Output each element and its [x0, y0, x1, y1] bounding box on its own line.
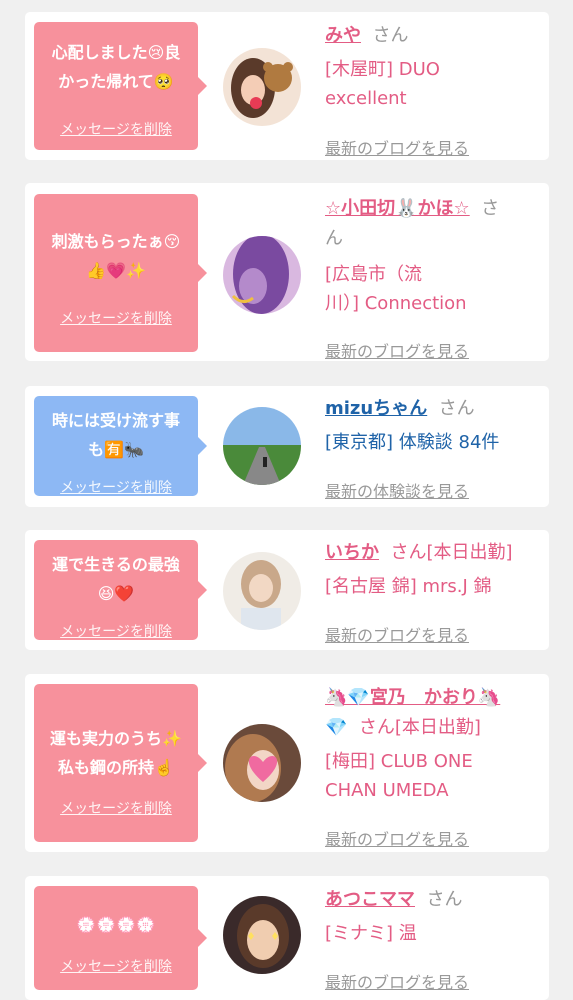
message-line: 😆❤️ [97, 584, 135, 603]
message-line: 心配しました😢良 [51, 43, 181, 62]
message-line: も🈶🐜 [88, 440, 144, 459]
message-line: 運で生きるの最強 [52, 555, 180, 574]
user-name[interactable]: いちか [325, 542, 379, 563]
user-info: あつこママ さん [ミナミ] 温 最新のブログを見る [325, 885, 540, 992]
user-info: いちか さん[本日出勤] [名古屋 錦] mrs.J 錦 最新のブログを見る [325, 538, 540, 645]
shop-info: [梅田] CLUB ONE CHAN UMEDA [325, 747, 540, 805]
latest-blog-link[interactable]: 最新のブログを見る [325, 338, 469, 362]
heart-sticker-photo-icon [223, 724, 301, 802]
message-text: 💮💮💮💮 [42, 910, 190, 939]
road-landscape-photo-icon [223, 407, 301, 485]
user-info: mizuちゃん さん [東京都] 体験談 84件 最新の体験談を見る [325, 394, 540, 501]
shop-info: [ミナミ] 温 [325, 919, 540, 948]
honorific-wrap: ん [325, 228, 343, 249]
message-card: 💮💮💮💮 メッセージを削除 あつこママ さん [ミナミ] 温 最新のブログを見る [25, 876, 549, 1000]
honorific: さん[本日出勤] [390, 542, 513, 563]
honorific: さん[本日出勤] [358, 717, 481, 738]
message-line: 運も実力のうち✨ [50, 729, 182, 748]
message-bubble: 時には受け流す事 も🈶🐜 メッセージを削除 [34, 396, 207, 497]
shop-line: [東京都] 体験談 84件 [325, 432, 500, 453]
message-bubble: 刺激もらったぁ😚 👍💗✨ メッセージを削除 [34, 194, 207, 352]
shop-info: [木屋町] DUO excellent [325, 55, 540, 113]
user-info: ☆小田切🐰かほ☆ さ ん [広島市（流 川）] Connection 最新のブロ… [325, 194, 540, 361]
message-card: 運で生きるの最強 😆❤️ メッセージを削除 いちか さん[本日出勤] [名古屋 … [25, 530, 549, 650]
user-info: みや さん [木屋町] DUO excellent 最新のブログを見る [325, 21, 540, 158]
avatar[interactable] [223, 236, 301, 314]
shop-line: [名古屋 錦] mrs.J 錦 [325, 576, 492, 597]
honorific: さん [426, 889, 463, 910]
message-bubble: 心配しました😢良 かった帰れて🥺 メッセージを削除 [34, 22, 207, 150]
delete-message-link[interactable]: メッセージを削除 [34, 621, 198, 641]
delete-message-link[interactable]: メッセージを削除 [34, 477, 198, 497]
message-bubble: 運も実力のうち✨ 私も鋼の所持☝️ メッセージを削除 [34, 684, 207, 842]
message-line: 時には受け流す事 [51, 411, 180, 430]
avatar[interactable] [223, 552, 301, 630]
latest-blog-link[interactable]: 最新のブログを見る [325, 969, 469, 993]
message-line: かった帰れて🥺 [58, 72, 174, 91]
message-line: 刺激もらったぁ😚 [51, 232, 181, 251]
avatar[interactable] [223, 407, 301, 485]
shop-line: [広島市（流 [325, 264, 423, 285]
message-text: 心配しました😢良 かった帰れて🥺 [42, 38, 190, 96]
message-text: 運で生きるの最強 😆❤️ [42, 550, 190, 608]
honorific: さん [372, 25, 409, 46]
message-line: 私も鋼の所持☝️ [58, 758, 174, 777]
message-text: 運も実力のうち✨ 私も鋼の所持☝️ [42, 724, 190, 782]
latest-blog-link[interactable]: 最新のブログを見る [325, 622, 469, 646]
shop-line: excellent [325, 88, 407, 109]
delete-message-link[interactable]: メッセージを削除 [34, 308, 198, 328]
shop-line: [ミナミ] 温 [325, 923, 417, 944]
shop-line: [梅田] CLUB ONE [325, 751, 473, 772]
name-wrap: 💎 [325, 717, 348, 738]
message-text: 時には受け流す事 も🈶🐜 [42, 406, 190, 464]
shop-info: [東京都] 体験談 84件 [325, 428, 540, 457]
shop-line: [木屋町] DUO [325, 59, 440, 80]
message-bubble: 運で生きるの最強 😆❤️ メッセージを削除 [34, 540, 207, 641]
message-card: 運も実力のうち✨ 私も鋼の所持☝️ メッセージを削除 🦄💎宮乃 かおり🦄 💎 さ… [25, 674, 549, 852]
user-name[interactable]: あつこママ [325, 889, 415, 910]
user-name[interactable]: 🦄💎宮乃 かおり🦄 [325, 687, 500, 708]
message-card: 時には受け流す事 も🈶🐜 メッセージを削除 mizuちゃん さん [東京都] 体… [25, 386, 549, 507]
shop-info: [広島市（流 川）] Connection [325, 260, 540, 318]
user-name[interactable]: ☆小田切🐰かほ☆ [325, 198, 470, 219]
purple-hair-photo-icon [223, 236, 301, 314]
honorific: さ [481, 198, 500, 219]
honorific: さん [438, 398, 475, 419]
sparkle-face-photo-icon [223, 896, 301, 974]
shop-info: [名古屋 錦] mrs.J 錦 [325, 572, 540, 601]
shop-line: 川）] Connection [325, 293, 467, 314]
user-name[interactable]: mizuちゃん [325, 398, 427, 419]
message-bubble: 💮💮💮💮 メッセージを削除 [34, 886, 207, 990]
woman-photo-icon [223, 552, 301, 630]
user-name[interactable]: みや [325, 25, 361, 46]
delete-message-link[interactable]: メッセージを削除 [34, 798, 198, 818]
avatar[interactable] [223, 48, 301, 126]
message-card: 心配しました😢良 かった帰れて🥺 メッセージを削除 みや さん [木屋町] DU… [25, 12, 549, 160]
delete-message-link[interactable]: メッセージを削除 [34, 119, 198, 139]
girl-with-bear-photo-icon [223, 48, 301, 126]
shop-line: CHAN UMEDA [325, 780, 449, 801]
latest-review-link[interactable]: 最新の体験談を見る [325, 478, 469, 502]
latest-blog-link[interactable]: 最新のブログを見る [325, 826, 469, 850]
avatar[interactable] [223, 896, 301, 974]
message-card: 刺激もらったぁ😚 👍💗✨ メッセージを削除 ☆小田切🐰かほ☆ さ ん [広島市（… [25, 183, 549, 361]
message-line: 💮💮💮💮 [76, 915, 156, 934]
latest-blog-link[interactable]: 最新のブログを見る [325, 135, 469, 159]
message-line: 👍💗✨ [86, 261, 146, 280]
user-info: 🦄💎宮乃 かおり🦄 💎 さん[本日出勤] [梅田] CLUB ONE CHAN … [325, 683, 540, 849]
avatar[interactable] [223, 724, 301, 802]
delete-message-link[interactable]: メッセージを削除 [34, 956, 198, 976]
message-text: 刺激もらったぁ😚 👍💗✨ [42, 227, 190, 285]
